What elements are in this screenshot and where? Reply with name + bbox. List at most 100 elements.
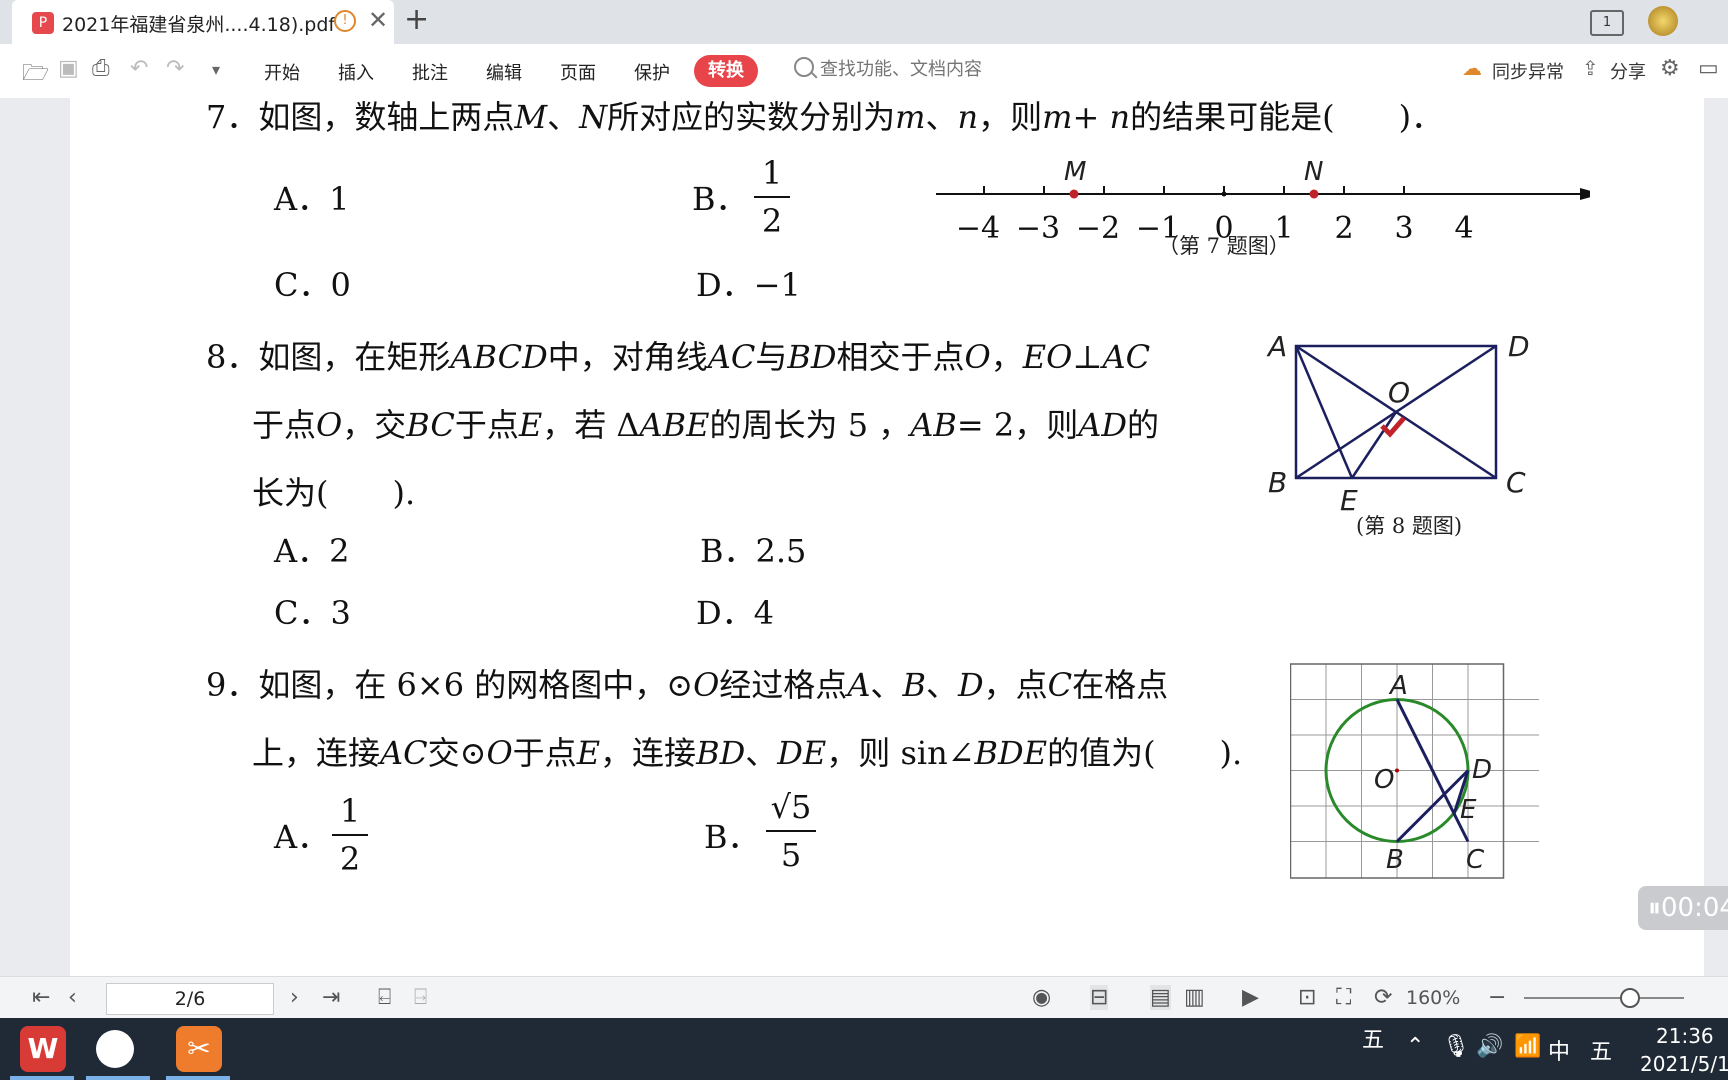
zoom-slider[interactable] bbox=[1524, 997, 1684, 999]
two-page-icon[interactable]: ▥ bbox=[1184, 985, 1205, 1010]
q7-option-b-fraction: 12 bbox=[754, 154, 790, 240]
label-c: C bbox=[1466, 845, 1485, 875]
eye-mode-icon[interactable]: ◉ bbox=[1032, 985, 1051, 1010]
menu-start[interactable]: 开始 bbox=[264, 59, 300, 85]
cloud-sync-icon: ☁ bbox=[1462, 56, 1482, 80]
status-bar: ⇤ ‹ › ⇥ ⍇ ⍈ ◉ ⊟ ▤ ▥ ▶ ⊡ ⛶ ⟳ 160% − bbox=[0, 976, 1728, 1019]
document-viewport[interactable]: 7．如图，数轴上两点M、N所对应的实数分别为m、n，则m+ n的结果可能是( )… bbox=[0, 98, 1728, 976]
open-folder-icon[interactable]: 🗁 bbox=[22, 56, 49, 94]
origin-point bbox=[1221, 191, 1227, 197]
input-method-mode[interactable]: 五 bbox=[1590, 1034, 1612, 1066]
pen-app-icon[interactable] bbox=[96, 1030, 134, 1068]
close-tab-icon[interactable]: ✕ bbox=[368, 6, 388, 34]
play-icon[interactable]: ▶ bbox=[1242, 985, 1259, 1010]
q8-stem-line3: 长为( ). bbox=[252, 474, 416, 512]
search-input[interactable] bbox=[818, 58, 1042, 81]
label-o: O bbox=[1388, 376, 1410, 409]
warning-icon[interactable]: ! bbox=[334, 10, 356, 32]
back-icon[interactable]: ⍇ bbox=[378, 985, 391, 1010]
q7-caption: （第 7 题图） bbox=[1158, 234, 1290, 258]
q7-option-c: C．0 bbox=[274, 266, 351, 304]
recording-timer[interactable]: ⏸00:04 bbox=[1638, 886, 1728, 930]
tab-title: 2021年福建省泉州....4.18).pdf bbox=[62, 14, 336, 36]
q8-rectangle-figure: A B C D O E bbox=[1266, 330, 1530, 517]
tick-label: 4 bbox=[1454, 211, 1473, 246]
menu-edit[interactable]: 编辑 bbox=[486, 59, 522, 85]
last-page-icon[interactable]: ⇥ bbox=[322, 985, 340, 1010]
single-page-icon[interactable]: ▤ bbox=[1150, 985, 1171, 1010]
rotate-icon[interactable]: ⟳ bbox=[1374, 985, 1392, 1010]
prev-page-icon[interactable]: ‹ bbox=[68, 985, 77, 1010]
main-toolbar: 🗁 ▣ ⎙ ↶ ↷ ▾ 开始 插入 批注 编辑 页面 保护 转换 ☁ 同步异常 … bbox=[0, 44, 1728, 99]
tick-label: 3 bbox=[1394, 211, 1413, 246]
label-e: E bbox=[1460, 795, 1477, 825]
tray-expand-icon[interactable]: ⌃ bbox=[1406, 1034, 1424, 1059]
q9-option-b: B． bbox=[704, 818, 760, 856]
menu-annotate[interactable]: 批注 bbox=[412, 59, 448, 85]
page-number-input[interactable] bbox=[106, 983, 274, 1015]
fit-page-icon[interactable]: ⛶ bbox=[1336, 985, 1351, 1010]
point-n bbox=[1309, 189, 1319, 199]
window-count-icon[interactable]: 1 bbox=[1590, 10, 1624, 36]
label-o: O bbox=[1374, 765, 1394, 795]
tick-label: −2 bbox=[1076, 211, 1120, 246]
label-d: D bbox=[1508, 330, 1530, 363]
ime-indicator[interactable]: 五 bbox=[1362, 1022, 1384, 1054]
q7-stem: 7．如图，数轴上两点M、N所对应的实数分别为m、n，则m+ n的结果可能是( )… bbox=[206, 98, 1444, 136]
tab-bar: P 2021年福建省泉州....4.18).pdf ! ✕ + 1 bbox=[0, 0, 1728, 44]
zoom-slider-thumb[interactable] bbox=[1620, 988, 1640, 1008]
label-d: D bbox=[1472, 755, 1492, 785]
zoom-out-icon[interactable]: − bbox=[1488, 985, 1506, 1010]
tick-label: −4 bbox=[956, 211, 1000, 246]
q8-option-b: B．2.5 bbox=[700, 532, 807, 570]
label-a: A bbox=[1388, 671, 1408, 701]
input-method-label[interactable]: 中 bbox=[1548, 1034, 1570, 1066]
point-m bbox=[1069, 189, 1079, 199]
volume-icon[interactable]: 🔊 bbox=[1476, 1034, 1503, 1059]
avatar[interactable] bbox=[1648, 6, 1678, 36]
save-icon[interactable]: ▣ bbox=[58, 56, 79, 81]
actual-size-icon[interactable]: ⊡ bbox=[1298, 985, 1316, 1010]
label-b: B bbox=[1268, 466, 1287, 499]
wps-app-icon[interactable]: W bbox=[20, 1026, 66, 1072]
scissors-app-icon[interactable]: ✂ bbox=[176, 1026, 222, 1072]
redo-icon[interactable]: ↷ bbox=[166, 56, 184, 81]
convert-button[interactable]: 转换 bbox=[694, 55, 758, 87]
print-icon[interactable]: ⎙ bbox=[92, 56, 110, 81]
menu-insert[interactable]: 插入 bbox=[338, 59, 374, 85]
label-c: C bbox=[1506, 466, 1526, 499]
q8-caption: (第 8 题图) bbox=[1356, 514, 1463, 538]
menu-protect[interactable]: 保护 bbox=[634, 59, 670, 85]
q9-option-b-fraction: √5 5 bbox=[766, 788, 816, 874]
document-tab[interactable]: P 2021年福建省泉州....4.18).pdf ! ✕ bbox=[12, 0, 394, 44]
q9-grid-circle-figure: A O D E B C bbox=[1290, 663, 1539, 879]
settings-icon[interactable]: ⚙ bbox=[1660, 56, 1680, 81]
q7-option-a: A．1 bbox=[274, 180, 350, 218]
q8-option-d: D．4 bbox=[696, 594, 775, 632]
label-m: M bbox=[1064, 157, 1086, 187]
first-page-icon[interactable]: ⇤ bbox=[32, 985, 50, 1010]
chevron-down-icon[interactable]: ▾ bbox=[212, 60, 220, 79]
wifi-icon[interactable]: 📶 bbox=[1514, 1034, 1541, 1059]
label-b: B bbox=[1386, 845, 1404, 875]
pdf-file-icon: P bbox=[32, 12, 54, 34]
clock-date[interactable]: 2021/5/15 bbox=[1640, 1052, 1728, 1076]
undo-icon[interactable]: ↶ bbox=[130, 56, 148, 81]
microphone-icon[interactable]: 🎙 bbox=[1442, 1034, 1470, 1059]
label-n: N bbox=[1304, 157, 1323, 187]
share-icon: ⇪ bbox=[1582, 56, 1599, 80]
comment-icon[interactable]: ▭ bbox=[1698, 56, 1719, 81]
share-button[interactable]: 分享 bbox=[1610, 58, 1646, 84]
new-tab-button[interactable]: + bbox=[404, 2, 429, 37]
sync-status-button[interactable]: 同步异常 bbox=[1492, 58, 1564, 84]
menu-page[interactable]: 页面 bbox=[560, 59, 596, 85]
fit-width-icon[interactable]: ⊟ bbox=[1090, 985, 1109, 1010]
q9-stem-line2: 上，连接AC交⊙O于点E，连接BD、DE，则 sin∠BDE的值为( ). bbox=[252, 734, 1243, 772]
clock-time[interactable]: 21:36 bbox=[1656, 1024, 1714, 1048]
q8-option-a: A．2 bbox=[274, 532, 350, 570]
q9-stem-line1: 9．如图，在 6×6 的网格图中，⊙O经过格点A、B、D，点C在格点 bbox=[206, 666, 1169, 704]
forward-icon[interactable]: ⍈ bbox=[414, 985, 427, 1010]
next-page-icon[interactable]: › bbox=[290, 985, 299, 1010]
zoom-level[interactable]: 160% bbox=[1406, 987, 1460, 1009]
q7-option-b: B． bbox=[692, 180, 748, 218]
